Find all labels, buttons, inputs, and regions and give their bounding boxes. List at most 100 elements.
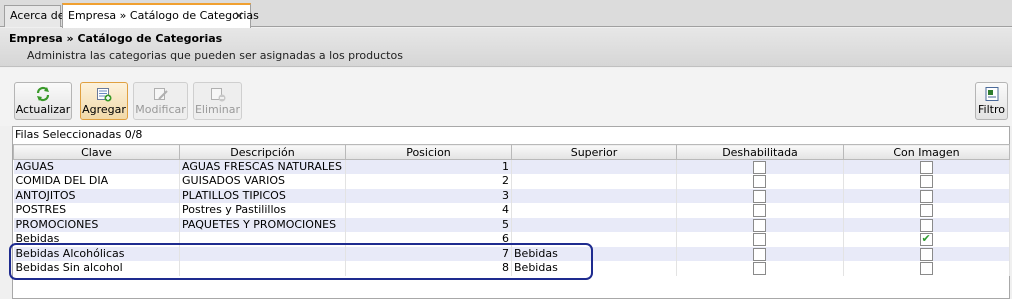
table-row[interactable]: ANTOJITOS PLATILLOS TIPICOS 3 bbox=[13, 188, 1010, 203]
table-row[interactable]: POSTRES Postres y Pastilillos 4 bbox=[13, 203, 1010, 218]
column-header-descripcion[interactable]: Descripción bbox=[179, 144, 346, 160]
table-row[interactable]: Bebidas Sin alcohol 8 Bebidas bbox=[13, 261, 1010, 276]
cell-clave[interactable]: PROMOCIONES bbox=[13, 217, 180, 232]
con-imagen-checkbox[interactable] bbox=[919, 262, 933, 275]
cell-posicion[interactable]: 4 bbox=[345, 203, 512, 218]
tab-catalogo-categorias[interactable]: Empresa » Catálogo de Categorias ✕ bbox=[62, 3, 259, 28]
con-imagen-checkbox[interactable] bbox=[919, 161, 933, 174]
cell-descripcion[interactable]: AGUAS FRESCAS NATURALES bbox=[179, 159, 346, 174]
cell-clave[interactable]: POSTRES bbox=[13, 203, 180, 218]
page-subtitle: Administra las categorias que pueden ser… bbox=[27, 49, 403, 62]
tab-label: Acerca de bbox=[10, 9, 65, 22]
table-row[interactable]: COMIDA DEL DIA GUISADOS VARIOS 2 bbox=[13, 174, 1010, 189]
agregar-button[interactable]: Agregar bbox=[80, 82, 128, 120]
deshabilitada-checkbox[interactable] bbox=[753, 175, 766, 188]
column-header-superior[interactable]: Superior bbox=[511, 144, 677, 160]
column-header-posicion[interactable]: Posicion bbox=[345, 144, 512, 160]
delete-record-icon bbox=[210, 88, 225, 102]
cell-descripcion[interactable] bbox=[179, 246, 346, 261]
deshabilitada-checkbox[interactable] bbox=[753, 161, 766, 174]
con-imagen-checkbox[interactable] bbox=[919, 247, 933, 261]
cell-descripcion[interactable] bbox=[179, 261, 346, 276]
categories-grid[interactable]: Filas Seleccionadas 0/8 Clave Descripció… bbox=[12, 126, 1010, 299]
cell-superior[interactable]: Bebidas bbox=[511, 261, 677, 276]
con-imagen-checkbox[interactable] bbox=[919, 175, 933, 188]
column-header-deshabilitada[interactable]: Deshabilitada bbox=[676, 144, 844, 160]
cell-deshabilitada bbox=[676, 232, 844, 247]
cell-descripcion[interactable]: PAQUETES Y PROMOCIONES bbox=[179, 217, 346, 232]
cell-superior[interactable] bbox=[511, 174, 677, 189]
cell-posicion[interactable]: 6 bbox=[345, 232, 512, 247]
edit-record-icon bbox=[153, 88, 168, 100]
tab-acerca-de[interactable]: Acerca de bbox=[4, 5, 65, 27]
cell-clave[interactable]: Bebidas Sin alcohol bbox=[13, 261, 180, 276]
table-row[interactable]: Bebidas Alcohólicas 7 Bebidas bbox=[13, 246, 1010, 261]
cell-posicion[interactable]: 3 bbox=[345, 188, 512, 203]
cell-con-imagen bbox=[843, 246, 1010, 261]
cell-con-imagen bbox=[843, 217, 1010, 232]
cell-superior[interactable] bbox=[511, 232, 677, 247]
toolbar: Actualizar Agregar Modificar Eliminar Fi… bbox=[0, 68, 1012, 126]
cell-deshabilitada bbox=[676, 188, 844, 203]
modificar-button[interactable]: Modificar bbox=[133, 82, 188, 120]
con-imagen-checkbox[interactable] bbox=[919, 189, 933, 203]
cell-descripcion[interactable]: PLATILLOS TIPICOS bbox=[179, 188, 346, 203]
cell-con-imagen bbox=[843, 174, 1010, 189]
cell-clave[interactable]: COMIDA DEL DIA bbox=[13, 174, 180, 189]
filtro-label: Filtro bbox=[978, 103, 1005, 116]
close-icon[interactable]: ✕ bbox=[234, 9, 244, 23]
categories-table: Clave Descripción Posicion Superior Desh… bbox=[13, 144, 1010, 276]
deshabilitada-checkbox[interactable] bbox=[753, 247, 766, 261]
tab-label: Empresa » Catálogo de Categorias bbox=[68, 9, 259, 22]
cell-clave[interactable]: Bebidas Alcohólicas bbox=[13, 246, 180, 261]
deshabilitada-checkbox[interactable] bbox=[753, 233, 766, 246]
add-record-icon bbox=[97, 88, 112, 102]
cell-posicion[interactable]: 1 bbox=[345, 159, 512, 174]
actualizar-button[interactable]: Actualizar bbox=[14, 82, 72, 120]
cell-descripcion[interactable]: Postres y Pastilillos bbox=[179, 203, 346, 218]
cell-con-imagen bbox=[843, 159, 1010, 174]
cell-clave[interactable]: Bebidas bbox=[13, 232, 180, 247]
cell-deshabilitada bbox=[676, 174, 844, 189]
cell-posicion[interactable]: 7 bbox=[345, 246, 512, 261]
cell-posicion[interactable]: 2 bbox=[345, 174, 512, 189]
table-row[interactable]: Bebidas 6 bbox=[13, 232, 1010, 247]
cell-descripcion[interactable] bbox=[179, 232, 346, 247]
cell-clave[interactable]: AGUAS bbox=[13, 159, 180, 174]
agregar-label: Agregar bbox=[82, 103, 126, 116]
filtro-button[interactable]: Filtro bbox=[975, 82, 1008, 120]
cell-descripcion[interactable]: GUISADOS VARIOS bbox=[179, 174, 346, 189]
cell-superior[interactable] bbox=[511, 159, 677, 174]
con-imagen-checkbox[interactable] bbox=[919, 232, 933, 246]
con-imagen-checkbox[interactable] bbox=[919, 204, 933, 217]
con-imagen-checkbox[interactable] bbox=[919, 218, 933, 232]
actualizar-label: Actualizar bbox=[15, 103, 71, 116]
refresh-icon bbox=[36, 86, 50, 102]
column-header-clave[interactable]: Clave bbox=[13, 144, 180, 160]
table-row[interactable]: PROMOCIONES PAQUETES Y PROMOCIONES 5 bbox=[13, 217, 1010, 232]
table-row[interactable]: AGUAS AGUAS FRESCAS NATURALES 1 bbox=[13, 159, 1010, 174]
cell-posicion[interactable]: 8 bbox=[345, 261, 512, 276]
cell-deshabilitada bbox=[676, 203, 844, 218]
deshabilitada-checkbox[interactable] bbox=[753, 218, 766, 232]
cell-deshabilitada bbox=[676, 159, 844, 174]
tab-strip: Acerca de Empresa » Catálogo de Categori… bbox=[0, 0, 1012, 28]
cell-superior[interactable] bbox=[511, 217, 677, 232]
cell-superior[interactable] bbox=[511, 188, 677, 203]
modificar-label: Modificar bbox=[135, 103, 186, 116]
deshabilitada-checkbox[interactable] bbox=[753, 189, 766, 203]
cell-posicion[interactable]: 5 bbox=[345, 217, 512, 232]
cell-superior[interactable]: Bebidas bbox=[511, 246, 677, 261]
table-header-row: Clave Descripción Posicion Superior Desh… bbox=[13, 144, 1010, 160]
deshabilitada-checkbox[interactable] bbox=[753, 204, 766, 217]
cell-deshabilitada bbox=[676, 261, 844, 276]
cell-superior[interactable] bbox=[511, 203, 677, 218]
cell-clave[interactable]: ANTOJITOS bbox=[13, 188, 180, 203]
cell-deshabilitada bbox=[676, 246, 844, 261]
column-header-con-imagen[interactable]: Con Imagen bbox=[843, 144, 1010, 160]
deshabilitada-checkbox[interactable] bbox=[753, 262, 766, 275]
eliminar-label: Eliminar bbox=[194, 103, 241, 116]
eliminar-button[interactable]: Eliminar bbox=[193, 82, 242, 120]
cell-con-imagen bbox=[843, 188, 1010, 203]
page-title: Empresa » Catálogo de Categorias bbox=[9, 32, 223, 45]
